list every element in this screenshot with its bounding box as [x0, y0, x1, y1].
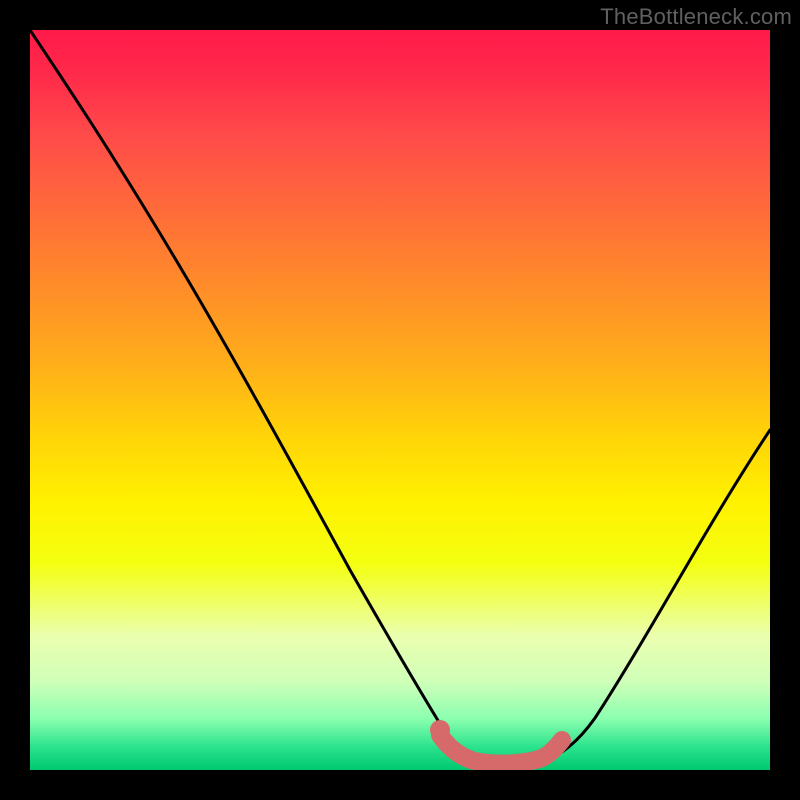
highlight-segment — [440, 735, 562, 764]
highlight-dot — [430, 720, 450, 740]
curve-layer — [30, 30, 770, 770]
attribution-label: TheBottleneck.com — [600, 4, 792, 30]
plot-area — [30, 30, 770, 770]
bottleneck-curve — [30, 30, 770, 765]
chart-frame: TheBottleneck.com — [0, 0, 800, 800]
